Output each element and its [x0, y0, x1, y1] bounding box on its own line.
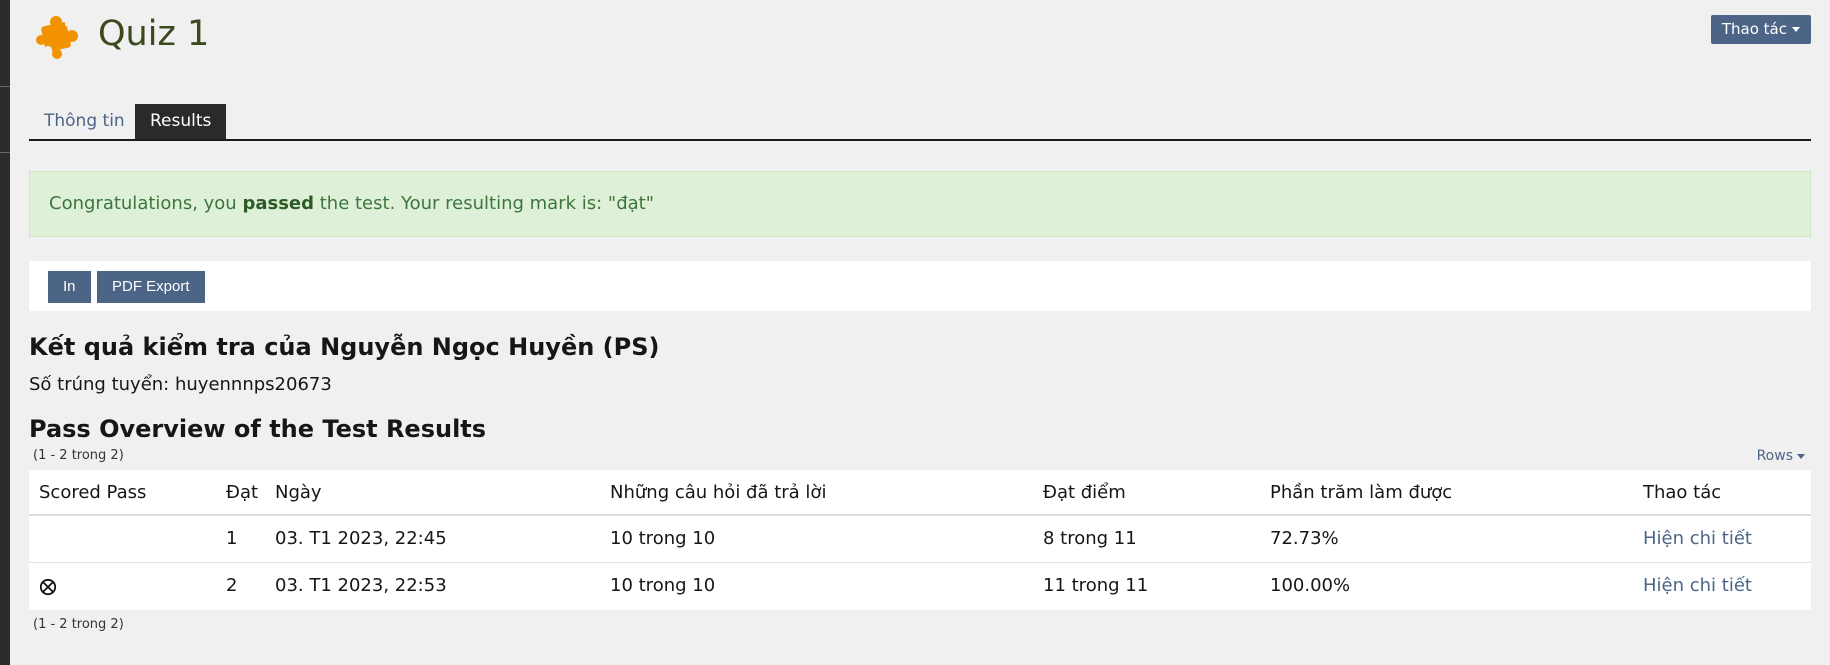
- page-header: Quiz 1 Thao tác: [29, 0, 1811, 80]
- puzzle-piece-icon: [36, 16, 78, 59]
- print-button[interactable]: In: [48, 271, 91, 303]
- column-header: Đạt điểm: [1043, 482, 1126, 503]
- percent-cell: 100.00%: [1270, 575, 1351, 596]
- success-alert: Congratulations, you passed the test. Yo…: [29, 171, 1811, 237]
- overview-heading: Pass Overview of the Test Results: [29, 415, 487, 443]
- table-header-row: Scored Pass Đạt Ngày Những câu hỏi đã tr…: [29, 470, 1811, 516]
- column-header: Đạt: [226, 482, 259, 503]
- registration-number: Số trúng tuyển: huyennnps20673: [29, 374, 332, 395]
- scored-pass-icon: [39, 578, 57, 596]
- caret-down-icon: [1792, 27, 1800, 32]
- pdf-export-button[interactable]: PDF Export: [97, 271, 205, 303]
- date-cell: 03. T1 2023, 22:45: [275, 528, 447, 549]
- rows-label: Rows: [1756, 448, 1793, 464]
- alert-text-strong: passed: [242, 193, 315, 214]
- alert-text-prefix: Congratulations, you: [49, 193, 243, 214]
- points-cell: 11 trong 11: [1043, 575, 1149, 596]
- results-table: Scored Pass Đạt Ngày Những câu hỏi đã tr…: [29, 470, 1811, 610]
- strip-divider: [0, 86, 10, 87]
- export-toolbar: In PDF Export: [29, 261, 1811, 311]
- column-header: Thao tác: [1643, 482, 1722, 503]
- percent-cell: 72.73%: [1270, 528, 1339, 549]
- tab-bar: Thông tin Results: [29, 92, 1811, 141]
- table-row: 2 03. T1 2023, 22:53 10 trong 10 11 tron…: [29, 563, 1811, 610]
- column-header: Ngày: [275, 482, 322, 503]
- column-header: Phần trăm làm được: [1270, 482, 1453, 503]
- main-content: Quiz 1 Thao tác Thông tin Results Congra…: [29, 0, 1811, 632]
- pagination-info-bottom: (1 - 2 trong 2): [33, 617, 124, 632]
- rows-dropdown[interactable]: Rows: [1757, 448, 1805, 464]
- column-header: Những câu hỏi đã trả lời: [610, 482, 827, 503]
- points-cell: 8 trong 11: [1043, 528, 1137, 549]
- show-details-link[interactable]: Hiện chi tiết: [1643, 516, 1752, 562]
- page-title: Quiz 1: [98, 14, 210, 54]
- answered-cell: 10 trong 10: [610, 575, 716, 596]
- alert-text-suffix: the test. Your resulting mark is: "đạt": [314, 193, 654, 214]
- column-header: Scored Pass: [39, 482, 147, 503]
- table-row: 1 03. T1 2023, 22:45 10 trong 10 8 trong…: [29, 516, 1811, 563]
- left-edge-strip: [0, 0, 10, 665]
- tab-results[interactable]: Results: [135, 104, 227, 139]
- result-heading: Kết quả kiểm tra của Nguyễn Ngọc Huyền (…: [29, 333, 660, 361]
- pass-number-cell: 2: [226, 575, 238, 596]
- show-details-link[interactable]: Hiện chi tiết: [1643, 563, 1752, 610]
- date-cell: 03. T1 2023, 22:53: [275, 575, 447, 596]
- actions-button-label: Thao tác: [1721, 20, 1787, 38]
- caret-down-icon: [1797, 453, 1805, 459]
- actions-dropdown-button[interactable]: Thao tác: [1710, 15, 1811, 44]
- pagination-info-top: (1 - 2 trong 2): [33, 448, 124, 463]
- pass-number-cell: 1: [226, 528, 238, 549]
- tab-info[interactable]: Thông tin: [29, 104, 140, 139]
- strip-divider: [0, 152, 10, 153]
- answered-cell: 10 trong 10: [610, 528, 716, 549]
